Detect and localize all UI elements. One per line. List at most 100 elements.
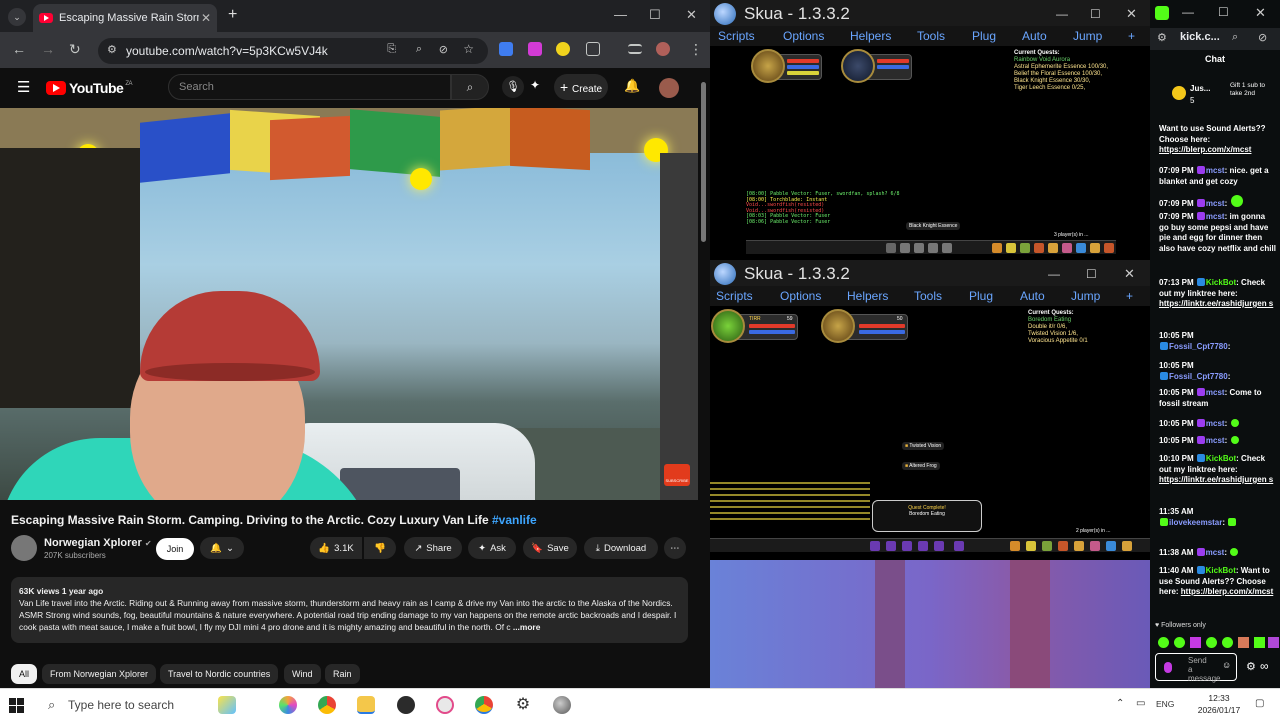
subscribe-watermark[interactable]: SUBSCRIBE: [664, 464, 690, 486]
dislike-button[interactable]: 👎: [364, 537, 396, 559]
tab-search-button[interactable]: ⌄: [8, 8, 26, 26]
minimize-button[interactable]: —: [1048, 260, 1060, 288]
notifications-icon[interactable]: ▢: [1255, 698, 1264, 709]
skill-slot[interactable]: [1042, 541, 1052, 551]
skill-slot[interactable]: [942, 243, 952, 253]
create-button[interactable]: + Create: [554, 74, 608, 100]
youtube-logo[interactable]: YouTube ZA: [46, 80, 132, 96]
file-explorer-icon[interactable]: [357, 696, 375, 714]
maximize-button[interactable]: ☐: [1090, 0, 1101, 28]
infinity-icon[interactable]: ∞: [1260, 659, 1269, 673]
extension-icon[interactable]: [528, 42, 542, 56]
extension-icon[interactable]: [499, 42, 513, 56]
skill-slot[interactable]: [886, 243, 896, 253]
discord-like-icon[interactable]: [436, 696, 454, 714]
menu-plug[interactable]: Plug: [972, 29, 996, 43]
emote-icon[interactable]: [1238, 637, 1249, 648]
message-user[interactable]: KickBot: [1206, 278, 1236, 287]
maximize-button[interactable]: ☐: [649, 7, 661, 23]
message-user[interactable]: KickBot: [1206, 566, 1236, 575]
skill-slot[interactable]: [954, 541, 964, 551]
ask-button[interactable]: ✦ Ask: [468, 537, 516, 559]
maximize-button[interactable]: ☐: [1086, 260, 1097, 288]
skill-slot[interactable]: [928, 243, 938, 253]
menu-add[interactable]: +: [1128, 29, 1135, 43]
media-control-icon[interactable]: [628, 44, 642, 54]
chrome-icon[interactable]: [318, 696, 336, 714]
message-link[interactable]: https://linktr.ee/rashidjurgen s: [1159, 299, 1273, 308]
scrollbar-thumb[interactable]: [701, 82, 706, 242]
cast-icon[interactable]: ✦: [530, 78, 540, 92]
menu-scripts[interactable]: Scripts: [718, 29, 755, 43]
extension-icon[interactable]: [556, 42, 570, 56]
emote-icon[interactable]: [1158, 637, 1169, 648]
game-viewport[interactable]: Current Quests: Rainbow Void Aurora Astr…: [710, 46, 1150, 260]
like-button[interactable]: 👍 3.1K: [310, 537, 362, 559]
skill-slot[interactable]: [1034, 243, 1044, 253]
message-user[interactable]: ilovekeemstar: [1169, 518, 1222, 527]
menu-options[interactable]: Options: [780, 289, 821, 303]
chip-wind[interactable]: Wind: [284, 664, 321, 684]
message-user[interactable]: mcst: [1206, 436, 1225, 445]
emote-icon[interactable]: [1254, 637, 1265, 648]
emote-icon[interactable]: [1206, 637, 1217, 648]
skill-slot[interactable]: [1010, 541, 1020, 551]
bookmark-star-icon[interactable]: ☆: [463, 42, 474, 56]
site-info-icon[interactable]: ⚙: [107, 43, 117, 56]
message-user[interactable]: mcst: [1206, 212, 1225, 221]
forward-icon[interactable]: →: [41, 41, 55, 57]
game-viewport[interactable]: TIRR 59 50 Current Quests: Boredom Eatin…: [710, 306, 1150, 560]
message-link[interactable]: https://blerp.com/x/mcst: [1181, 587, 1273, 596]
new-tab-button[interactable]: +: [228, 6, 237, 24]
more-actions-button[interactable]: ⋯: [664, 537, 686, 559]
message-user[interactable]: mcst: [1206, 199, 1225, 208]
save-button[interactable]: 🔖 Save: [523, 537, 577, 559]
menu-jump[interactable]: Jump: [1071, 289, 1100, 303]
skill-slot[interactable]: [914, 243, 924, 253]
chat-settings-icon[interactable]: ⚙: [1246, 660, 1256, 673]
menu-tools[interactable]: Tools: [914, 289, 942, 303]
skill-slot[interactable]: [870, 541, 880, 551]
minimize-button[interactable]: —: [1182, 5, 1194, 19]
skill-slot[interactable]: [934, 541, 944, 551]
subscribed-bell-button[interactable]: 🔔 ⌄: [200, 537, 244, 559]
close-tab-icon[interactable]: ✕: [201, 11, 211, 25]
skill-slot[interactable]: [1074, 541, 1084, 551]
chip-nordic[interactable]: Travel to Nordic countries: [160, 664, 279, 684]
chat-message-input[interactable]: Send a message ☺: [1155, 653, 1237, 683]
hamburger-menu-icon[interactable]: ☰: [17, 78, 30, 96]
message-user[interactable]: Fossil_Cpt7780: [1169, 342, 1228, 351]
install-icon[interactable]: ⎘: [387, 43, 396, 56]
emoji-icon[interactable]: ☺: [1222, 661, 1231, 670]
skill-slot[interactable]: [900, 243, 910, 253]
youtube-search-input[interactable]: Search: [168, 74, 451, 100]
close-window-button[interactable]: ✕: [686, 7, 697, 23]
message-user[interactable]: mcst: [1206, 419, 1225, 428]
chrome-menu-icon[interactable]: ⋮: [689, 41, 703, 58]
skill-slot[interactable]: [1090, 243, 1100, 253]
close-window-button[interactable]: ✕: [1124, 260, 1135, 288]
skill-slot[interactable]: [886, 541, 896, 551]
minimize-button[interactable]: —: [1056, 0, 1068, 28]
windows-start-icon[interactable]: [9, 698, 24, 713]
message-user[interactable]: mcst: [1206, 548, 1225, 557]
menu-helpers[interactable]: Helpers: [847, 289, 888, 303]
skua-app-icon[interactable]: [553, 696, 571, 714]
close-window-button[interactable]: ✕: [1126, 0, 1137, 28]
zoom-icon[interactable]: ⌕: [1232, 31, 1238, 44]
skill-slot[interactable]: [902, 541, 912, 551]
loot-drop[interactable]: ■ Twisted Vision: [902, 442, 945, 450]
microphone-icon[interactable]: 🎙: [502, 76, 524, 98]
emote-icon[interactable]: [1174, 637, 1185, 648]
eye-off-icon[interactable]: ⊘: [1258, 31, 1267, 44]
notifications-bell-icon[interactable]: 🔔: [624, 78, 640, 94]
menu-scripts[interactable]: Scripts: [716, 289, 753, 303]
maximize-button[interactable]: ☐: [1218, 5, 1229, 19]
message-user[interactable]: mcst: [1206, 388, 1225, 397]
eye-off-icon[interactable]: ⊘: [439, 43, 448, 56]
message-user[interactable]: Fossil_Cpt7780: [1169, 372, 1228, 381]
skill-slot[interactable]: [1058, 541, 1068, 551]
language-indicator[interactable]: ENG: [1156, 699, 1174, 709]
menu-plug[interactable]: Plug: [969, 289, 993, 303]
chip-from-channel[interactable]: From Norwegian Xplorer: [42, 664, 157, 684]
